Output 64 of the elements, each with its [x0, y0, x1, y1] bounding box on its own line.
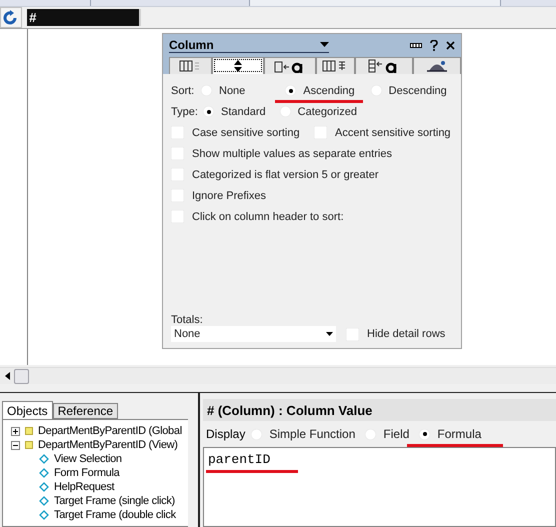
dialog-tab[interactable]: [412, 57, 461, 74]
caret-icon: [326, 332, 333, 336]
radio-label[interactable]: Categorized: [298, 106, 357, 118]
pane-tab[interactable]: Objects: [2, 401, 53, 419]
display-label: Display: [206, 427, 246, 441]
radio-button[interactable]: [201, 85, 212, 96]
tree-item[interactable]: DepartMentByParentID (View): [38, 439, 178, 451]
checkbox-option[interactable]: Click on column header to sort:: [171, 210, 344, 223]
plus-icon: [12, 428, 19, 434]
column-header[interactable]: #: [27, 9, 141, 26]
checkbox-option[interactable]: Ignore Prefixes: [171, 189, 266, 202]
dialog-tab[interactable]: [316, 57, 355, 74]
checkbox-option[interactable]: Accent sensitive sorting: [314, 126, 451, 139]
radio-label[interactable]: Ascending: [303, 84, 355, 96]
dialog-tab[interactable]: [212, 57, 264, 74]
menu-button[interactable]: [410, 42, 422, 48]
dialog-tab[interactable]: [169, 57, 212, 74]
radio-button[interactable]: [365, 428, 376, 440]
horizontal-scrollbar[interactable]: [0, 367, 556, 384]
checkbox-option[interactable]: Case sensitive sorting: [171, 126, 314, 139]
radio-label[interactable]: Field: [383, 427, 410, 441]
dialog-tab[interactable]: [264, 57, 316, 74]
radio-label[interactable]: Descending: [388, 84, 447, 96]
radio-button[interactable]: [419, 428, 430, 440]
totals-dropdown[interactable]: None: [171, 326, 336, 342]
tree-item[interactable]: Target Frame (single click): [54, 495, 175, 507]
expand-button[interactable]: [11, 426, 20, 436]
radio-button[interactable]: [280, 106, 291, 117]
square-icon: [25, 441, 33, 449]
pane-title: # (Column) : Column Value: [203, 399, 556, 421]
hat-icon: [426, 60, 448, 72]
left-arrow-icon: [4, 372, 10, 380]
sort-icon: [232, 60, 243, 72]
collapse-button[interactable]: [11, 440, 20, 450]
tree-item[interactable]: Target Frame (double click: [54, 509, 176, 521]
formula-field[interactable]: parentID: [203, 447, 556, 527]
tree-item[interactable]: View Selection: [54, 453, 122, 465]
tree-item[interactable]: HelpRequest: [54, 481, 114, 493]
tree-item[interactable]: Form Formula: [54, 467, 120, 479]
radio-label[interactable]: Standard: [221, 106, 266, 118]
checkbox-option[interactable]: Hide detail rows: [346, 328, 446, 340]
square-icon: [25, 427, 33, 435]
radio-button[interactable]: [285, 85, 296, 96]
scroll-thumb[interactable]: [14, 368, 29, 384]
caret-icon: [320, 42, 329, 47]
radio-label[interactable]: None: [219, 84, 246, 96]
help-button[interactable]: [430, 40, 438, 50]
radio-button[interactable]: [370, 85, 382, 96]
refresh-icon: [3, 10, 19, 26]
radio-button[interactable]: [251, 428, 262, 440]
tree-item[interactable]: DepartMentByParentID (Global: [38, 425, 182, 437]
pane-tab[interactable]: Reference: [52, 403, 118, 419]
sort-label: Sort:: [171, 84, 196, 96]
checkbox-option[interactable]: Show multiple values as separate entries: [171, 147, 392, 160]
radio-button[interactable]: [203, 106, 214, 117]
dialog-tab[interactable]: [354, 57, 413, 74]
close-button[interactable]: [446, 40, 455, 50]
columns-icon: [179, 60, 202, 72]
radio-label[interactable]: Formula: [437, 427, 482, 441]
refresh-button[interactable]: [0, 7, 22, 28]
totals-label: Totals:: [171, 314, 204, 326]
radio-label[interactable]: Simple Function: [269, 427, 356, 441]
type-label: Type:: [171, 106, 199, 118]
checkbox-option[interactable]: Categorized is flat version 5 or greater: [171, 168, 378, 181]
